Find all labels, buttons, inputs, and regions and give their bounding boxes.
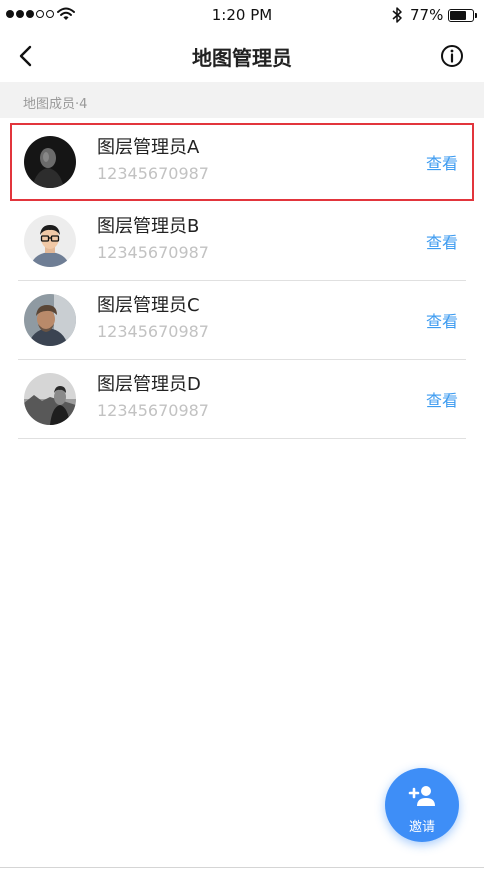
member-row-c[interactable]: 图层管理员C 12345670987 查看 [0,281,484,360]
member-name: 图层管理员D [97,374,201,395]
add-person-icon [408,786,435,806]
member-row-b[interactable]: 图层管理员B 12345670987 查看 [0,202,484,281]
member-phone: 12345670987 [97,322,209,341]
row-divider [18,438,466,439]
page-title: 地图管理员 [192,46,292,70]
invite-label: 邀请 [408,820,435,835]
member-row-d[interactable]: 图层管理员D 12345670987 查看 [0,360,484,439]
member-name: 图层管理员C [97,295,200,316]
avatar [24,136,76,188]
battery-fill [450,11,466,20]
avatar [24,373,76,425]
avatar [24,215,76,267]
view-member-button[interactable]: 查看 [426,387,458,411]
chevron-left-icon[interactable] [14,43,38,69]
member-row-a[interactable]: 图层管理员A 12345670987 查看 [0,123,484,202]
bluetooth-icon [392,7,402,23]
battery-cap [475,13,477,18]
nav-bar: 地图管理员 [0,32,484,82]
member-phone: 12345670987 [97,401,209,420]
member-name: 图层管理员A [97,137,200,158]
status-bar: 1:20 PM 77% [0,0,484,32]
member-count-label: 地图成员·4 [23,97,88,112]
member-phone: 12345670987 [97,164,209,183]
member-name: 图层管理员B [97,216,200,237]
view-member-button[interactable]: 查看 [426,150,458,174]
info-circle-icon[interactable] [440,44,464,68]
member-phone: 12345670987 [97,243,209,262]
invite-button[interactable]: 邀请 [385,768,459,842]
battery-icon [448,9,474,22]
avatar [24,294,76,346]
bottom-divider [0,867,484,868]
battery-percent: 77% [410,6,444,24]
view-member-button[interactable]: 查看 [426,229,458,253]
view-member-button[interactable]: 查看 [426,308,458,332]
section-header: 地图成员·4 [0,82,484,118]
